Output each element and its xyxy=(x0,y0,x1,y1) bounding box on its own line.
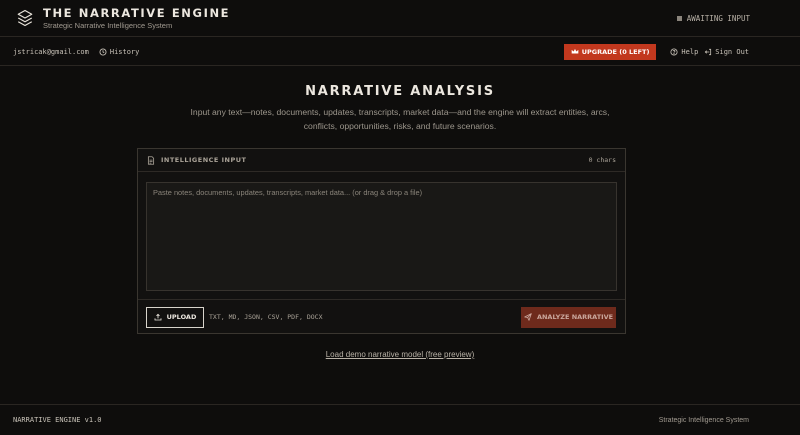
crown-icon xyxy=(571,48,579,54)
app-subtitle: Strategic Narrative Intelligence System xyxy=(43,21,173,30)
status-text: AWAITING INPUT xyxy=(686,13,750,23)
upload-icon xyxy=(154,313,162,321)
narrative-input[interactable] xyxy=(146,182,617,291)
document-icon xyxy=(147,155,155,165)
account-actions: UPGRADE (0 LEFT) Help Sign Out xyxy=(563,43,749,60)
help-link[interactable]: Help xyxy=(670,48,698,56)
page-description: Input any text—notes, documents, updates… xyxy=(190,107,610,131)
status-indicator: AWAITING INPUT xyxy=(676,13,750,23)
clock-icon xyxy=(99,48,107,55)
char-count: 0 chars xyxy=(588,156,616,164)
footer-version: NARRATIVE ENGINE v1.0 xyxy=(13,416,102,424)
status-dot-icon xyxy=(676,15,682,21)
command-center-icon xyxy=(17,9,33,27)
account-bar: jstricak@gmail.com History UPGRADE (0 LE… xyxy=(0,38,800,66)
app-footer: NARRATIVE ENGINE v1.0 Strategic Intellig… xyxy=(0,404,800,435)
app-title: THE NARRATIVE ENGINE xyxy=(43,6,231,20)
panel-label: INTELLIGENCE INPUT xyxy=(161,156,247,164)
footer-tagline: Strategic Intelligence System xyxy=(658,416,749,424)
supported-formats: TXT, MD, JSON, CSV, PDF, DOCX xyxy=(209,313,323,321)
upgrade-button[interactable]: UPGRADE (0 LEFT) xyxy=(563,43,657,60)
brand: THE NARRATIVE ENGINE Strategic Narrative… xyxy=(43,6,230,30)
upgrade-label: UPGRADE (0 LEFT) xyxy=(581,47,650,56)
load-demo-link[interactable]: Load demo narrative model (free preview) xyxy=(326,350,475,359)
intelligence-input-panel: INTELLIGENCE INPUT 0 chars UPLOAD TXT, M… xyxy=(137,148,626,334)
help-circle-icon xyxy=(670,47,678,56)
help-label: Help xyxy=(681,47,699,56)
user-email: jstricak@gmail.com xyxy=(13,47,89,56)
demo-link-row: Load demo narrative model (free preview) xyxy=(0,350,800,359)
history-label: History xyxy=(109,47,140,56)
app-header: THE NARRATIVE ENGINE Strategic Narrative… xyxy=(0,0,800,37)
analyze-narrative-button[interactable]: ANALYZE NARRATIVE xyxy=(521,306,616,328)
page-title: NARRATIVE ANALYSIS xyxy=(305,84,495,99)
panel-header: INTELLIGENCE INPUT 0 chars xyxy=(138,149,625,172)
upload-label: UPLOAD xyxy=(166,313,197,321)
sign-out-label: Sign Out xyxy=(715,47,749,56)
panel-footer: UPLOAD TXT, MD, JSON, CSV, PDF, DOCX ANA… xyxy=(138,299,625,334)
send-icon xyxy=(524,313,532,321)
upload-button[interactable]: UPLOAD xyxy=(146,306,204,328)
history-link[interactable]: History xyxy=(99,47,140,56)
sign-out-link[interactable]: Sign Out xyxy=(704,48,749,56)
sign-out-icon xyxy=(705,48,712,55)
analyze-label: ANALYZE NARRATIVE xyxy=(536,313,614,321)
